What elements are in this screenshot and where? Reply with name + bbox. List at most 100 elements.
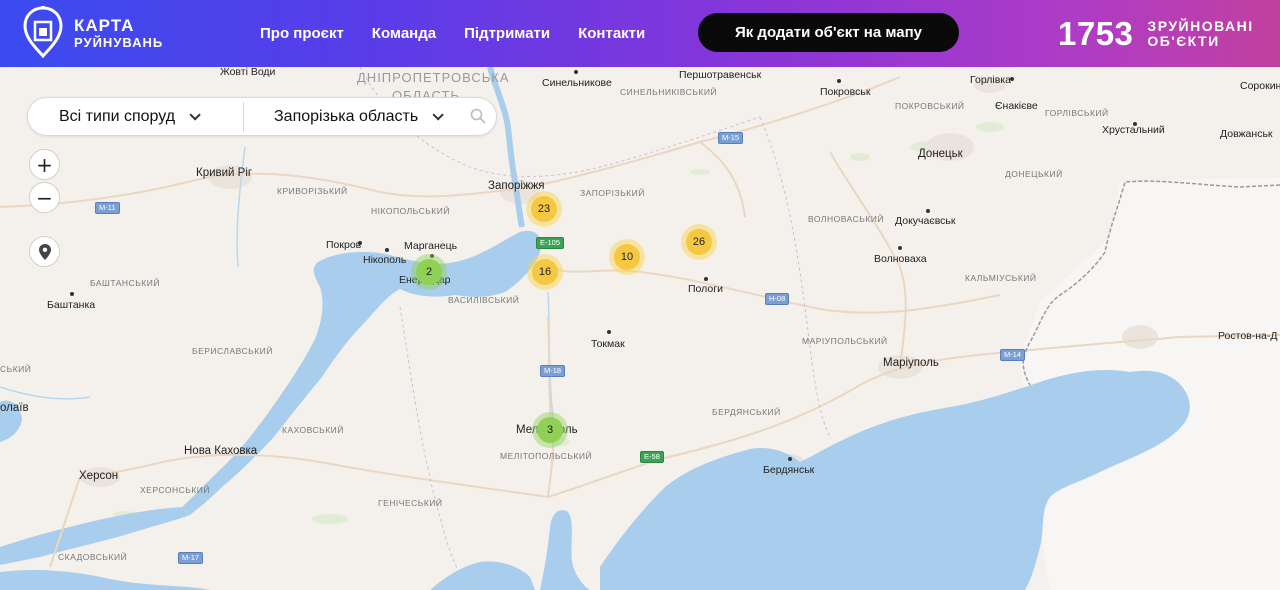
road-shield-m11: M-11	[95, 202, 120, 214]
zoom-controls: + −	[29, 149, 61, 215]
zoom-out-button[interactable]: −	[29, 182, 60, 213]
label-beryslavskyi: БЕРИСЛАВСЬКИЙ	[192, 346, 273, 356]
city-dot	[1133, 122, 1137, 126]
label-tokmak: Токмак	[591, 338, 625, 350]
city-dot	[926, 209, 930, 213]
label-mykolaiv: олаїв	[0, 402, 29, 414]
cluster-marker[interactable]: 10	[609, 239, 645, 275]
label-synelnykove: Синельникове	[542, 77, 612, 89]
label-pokrovsk: Покровськ	[820, 86, 871, 98]
cluster-count: 16	[532, 259, 558, 285]
building-type-select[interactable]: Всі типи споруд	[59, 98, 201, 135]
label-nikopol: Нікополь	[363, 254, 407, 266]
road-shield-m14: M-14	[1000, 349, 1026, 361]
locate-button[interactable]	[29, 236, 60, 267]
search-icon[interactable]	[470, 108, 486, 124]
add-object-button[interactable]: Як додати об'єкт на мапу	[698, 13, 959, 52]
city-dot	[574, 70, 578, 74]
label-henicheskyi: ГЕНІЧЕСЬКИЙ	[378, 498, 443, 508]
label-volnovaskyi: ВОЛНОВАСЬКИЙ	[808, 214, 884, 224]
road-shield-e58: E-58	[640, 451, 664, 463]
label-zhovti-vody: Жовті Води	[220, 67, 276, 78]
chevron-down-icon	[432, 108, 444, 121]
counter-label-line1: ЗРУЙНОВАНІ	[1147, 18, 1254, 34]
label-synelnykivskyi: СИНЕЛЬНИКІВСЬКИЙ	[620, 87, 718, 97]
cluster-marker[interactable]: 23	[526, 191, 562, 227]
nav-support[interactable]: Підтримати	[464, 25, 550, 42]
city-dot	[704, 277, 708, 281]
location-pin-icon	[38, 243, 51, 260]
label-kalmiuskyi: КАЛЬМІУСЬКИЙ	[965, 273, 1037, 283]
label-skadovskyi: СКАДОВСЬКИЙ	[58, 552, 128, 562]
region-value: Запорізька область	[274, 107, 419, 125]
label-nova-kakhovka: Нова Каховка	[184, 445, 258, 457]
top-header: КАРТА РУЙНУВАНЬ Про проєкт Команда Підтр…	[0, 0, 1280, 67]
label-donetsk: Донецьк	[918, 148, 963, 160]
label-district-cut: СЬКИЙ	[0, 364, 32, 374]
city-dot	[788, 457, 792, 461]
label-zaporizkyi: ЗАПОРІЗЬКИЙ	[580, 188, 645, 198]
road-shield-m15: M-15	[718, 132, 744, 144]
city-dot	[1010, 77, 1014, 81]
label-kryvorizkyi: КРИВОРІЗЬКИЙ	[277, 186, 348, 196]
label-dnipro-oblast: ДНІПРОПЕТРОВСЬКА	[357, 70, 510, 85]
logo-shield-icon	[23, 6, 63, 58]
label-mariupolskyi: МАРІУПОЛЬСЬКИЙ	[802, 336, 888, 346]
label-kryvyi-rih: Кривий Ріг	[196, 167, 253, 179]
label-horlivskyi: ГОРЛІВСЬКИЙ	[1045, 108, 1109, 118]
road-shield-h08: H-08	[765, 293, 790, 305]
cluster-count: 10	[614, 244, 640, 270]
cluster-marker[interactable]: 16	[527, 254, 563, 290]
cluster-marker[interactable]: 2	[411, 254, 447, 290]
region-select[interactable]: Запорізька область	[274, 98, 464, 135]
nav-team[interactable]: Команда	[372, 25, 436, 42]
cluster-marker[interactable]: 26	[681, 224, 717, 260]
label-sorokyne: Сорокин	[1240, 80, 1280, 92]
counter-value: 1753	[1058, 15, 1134, 52]
label-vasylivskyi: ВАСИЛІВСЬКИЙ	[448, 295, 520, 305]
nav-contacts[interactable]: Контакти	[578, 25, 645, 42]
label-pokrovskyi: ПОКРОВСЬКИЙ	[895, 101, 965, 111]
label-berdiansk: Бердянськ	[763, 464, 815, 476]
label-volnovakha: Волноваха	[874, 253, 927, 265]
road-shield-e105: E-105	[536, 237, 565, 249]
label-khrustalnyi: Хрустальний	[1102, 124, 1165, 136]
city-dot	[358, 241, 362, 245]
logo-title: КАРТА	[74, 16, 135, 35]
logo[interactable]: КАРТА РУЙНУВАНЬ	[22, 6, 172, 60]
destroyed-counter: 1753 ЗРУЙНОВАНІ ОБ'ЄКТИ	[1058, 12, 1254, 56]
label-dovzhansk: Довжанськ	[1220, 128, 1273, 140]
map-canvas[interactable]: Жовті Води ДНІПРОПЕТРОВСЬКА ОБЛАСТЬ Сине…	[0, 67, 1280, 590]
label-yenakiieve: Єнакієве	[995, 100, 1038, 112]
cluster-count: 26	[686, 229, 712, 255]
building-type-value: Всі типи споруд	[59, 107, 176, 125]
label-kherson: Херсон	[79, 470, 119, 482]
filter-bar: Всі типи споруд Запорізька область	[27, 97, 497, 136]
zoom-in-button[interactable]: +	[29, 149, 60, 180]
road-shield-m18: M-18	[540, 365, 566, 377]
label-nikopolskyi: НІКОПОЛЬСЬКИЙ	[371, 206, 450, 216]
main-nav: Про проєкт Команда Підтримати Контакти	[260, 0, 673, 67]
label-horlivka: Горлівка	[970, 74, 1012, 86]
label-bashtanskyi: БАШТАНСЬКИЙ	[90, 278, 160, 288]
cluster-marker[interactable]: 3	[532, 412, 568, 448]
label-rostov: Ростов-на-Д	[1218, 330, 1278, 342]
label-melitopolskyi: МЕЛІТОПОЛЬСЬКИЙ	[500, 451, 593, 461]
road-shield-m17: M-17	[178, 552, 204, 564]
map-base	[0, 67, 1280, 590]
logo-subtitle: РУЙНУВАНЬ	[74, 35, 164, 50]
label-pokrov: Покров	[326, 239, 362, 251]
cluster-count: 3	[537, 417, 563, 443]
label-donetskyi: ДОНЕЦЬКИЙ	[1005, 169, 1063, 179]
label-khersonskyi: ХЕРСОНСЬКИЙ	[140, 485, 211, 495]
cluster-count: 2	[416, 259, 442, 285]
label-berdianskyi: БЕРДЯНСЬКИЙ	[712, 407, 781, 417]
label-marhanets: Марганець	[404, 240, 458, 252]
city-dot	[898, 246, 902, 250]
filter-divider	[243, 102, 244, 132]
chevron-down-icon	[189, 108, 201, 121]
city-dot	[607, 330, 611, 334]
label-pershotravensk: Першотравенськ	[679, 69, 762, 81]
counter-label: ЗРУЙНОВАНІ ОБ'ЄКТИ	[1147, 19, 1253, 49]
nav-about[interactable]: Про проєкт	[260, 25, 344, 42]
